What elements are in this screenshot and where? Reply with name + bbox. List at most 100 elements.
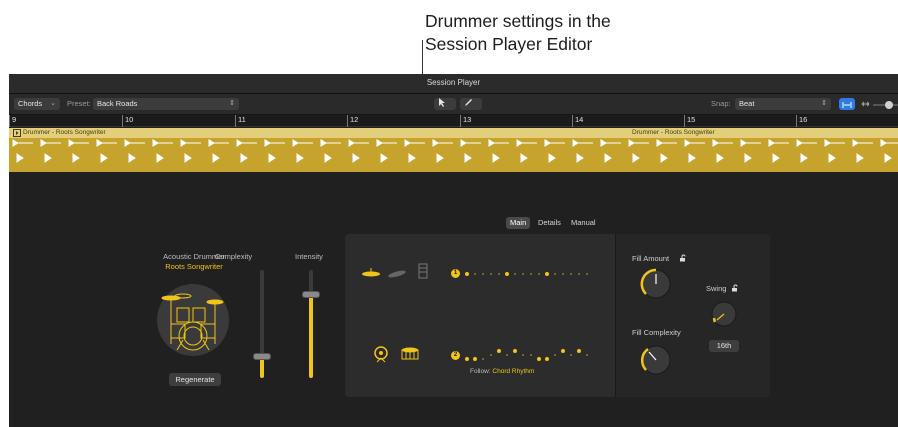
step-dot[interactable] bbox=[545, 272, 549, 276]
step-dot[interactable] bbox=[530, 354, 532, 356]
follow-setting[interactable]: Follow: Chord Rhythm bbox=[470, 368, 534, 375]
step-dot[interactable] bbox=[530, 273, 532, 275]
step-dot[interactable] bbox=[537, 357, 541, 361]
step-dot[interactable] bbox=[505, 272, 509, 276]
step-dot[interactable] bbox=[465, 272, 469, 276]
ruler-bar-label: 16 bbox=[796, 115, 807, 127]
step-dot[interactable] bbox=[522, 354, 524, 356]
region-hit-mark bbox=[68, 139, 89, 147]
step-dot[interactable] bbox=[490, 273, 492, 275]
pencil-icon bbox=[465, 99, 472, 106]
fill-amount-label: Fill Amount bbox=[632, 254, 670, 263]
callout-line-1: Drummer settings in the bbox=[425, 11, 611, 31]
region-loop-icon bbox=[13, 129, 21, 137]
step-dot[interactable] bbox=[570, 273, 572, 275]
row-1-step-pattern[interactable] bbox=[463, 269, 603, 279]
region-hit-mark bbox=[688, 153, 696, 163]
intensity-slider[interactable] bbox=[302, 270, 320, 378]
region-hit-mark bbox=[880, 139, 898, 147]
region-hit-mark bbox=[268, 153, 276, 163]
kit-pattern-panel: 1 2 Follow: Chord Rhythm Fill Amount Swi… bbox=[345, 234, 770, 397]
region-hit-mark bbox=[604, 153, 612, 163]
toolbar: Chords ⌄ Preset: Back Roads ⇕ Snap: Beat… bbox=[9, 94, 898, 115]
region-hit-mark bbox=[856, 153, 864, 163]
complexity-slider[interactable] bbox=[253, 270, 271, 378]
region-hit-mark bbox=[404, 139, 425, 147]
step-dot[interactable] bbox=[586, 354, 588, 356]
cymbal-icon[interactable] bbox=[361, 266, 381, 280]
step-dot[interactable] bbox=[465, 357, 469, 361]
drummer-portrait[interactable] bbox=[157, 284, 229, 356]
region-hit-mark bbox=[576, 153, 584, 163]
region-hit-mark bbox=[152, 139, 173, 147]
step-dot[interactable] bbox=[497, 349, 501, 353]
snap-dropdown[interactable]: Beat ⇕ bbox=[735, 98, 831, 110]
shaker-icon[interactable] bbox=[417, 262, 429, 280]
fill-complexity-knob[interactable] bbox=[638, 342, 674, 378]
chords-dropdown[interactable]: Chords ⌄ bbox=[14, 98, 60, 110]
region-hit-mark bbox=[520, 153, 528, 163]
step-dot[interactable] bbox=[514, 273, 516, 275]
regenerate-button[interactable]: Regenerate bbox=[169, 373, 221, 386]
tab-details[interactable]: Details bbox=[534, 217, 565, 229]
step-dot[interactable] bbox=[562, 273, 564, 275]
horizontal-zoom-icon bbox=[861, 101, 870, 107]
step-dot[interactable] bbox=[482, 358, 484, 360]
pointer-tool-dropdown[interactable] bbox=[434, 98, 456, 110]
intensity-slider-thumb[interactable] bbox=[302, 290, 320, 298]
lock-icon[interactable] bbox=[679, 254, 687, 262]
preset-dropdown[interactable]: Back Roads ⇕ bbox=[93, 98, 239, 110]
step-dot[interactable] bbox=[578, 273, 580, 275]
pencil-tool-dropdown[interactable] bbox=[460, 98, 482, 110]
ruler-bar-label: 12 bbox=[347, 115, 358, 127]
swing-knob[interactable] bbox=[708, 298, 740, 330]
region-hit-mark bbox=[180, 139, 201, 147]
ruler-bar-label: 11 bbox=[235, 115, 246, 127]
step-dot[interactable] bbox=[482, 273, 484, 275]
intensity-slider-fill bbox=[309, 293, 313, 378]
region-hit-mark bbox=[240, 153, 248, 163]
region-hit-mark bbox=[408, 153, 416, 163]
step-dot[interactable] bbox=[513, 349, 517, 353]
region-hit-mark bbox=[380, 153, 388, 163]
step-dot[interactable] bbox=[498, 273, 500, 275]
up-down-chevron-icon: ⇕ bbox=[821, 100, 827, 107]
region-hit-mark bbox=[740, 139, 761, 147]
step-dot[interactable] bbox=[490, 354, 492, 356]
step-dot[interactable] bbox=[473, 357, 477, 361]
lock-icon[interactable] bbox=[731, 284, 739, 292]
step-dot[interactable] bbox=[506, 354, 508, 356]
region-hit-mark bbox=[712, 139, 733, 147]
hi-hat-icon[interactable] bbox=[387, 268, 407, 280]
step-dot[interactable] bbox=[554, 354, 556, 356]
tab-manual[interactable]: Manual bbox=[567, 217, 600, 229]
step-dot[interactable] bbox=[554, 273, 556, 275]
complexity-slider-thumb[interactable] bbox=[253, 353, 271, 361]
zoom-slider-thumb[interactable] bbox=[885, 101, 893, 109]
step-dot[interactable] bbox=[577, 349, 581, 353]
tab-main[interactable]: Main bbox=[506, 217, 531, 229]
step-dot[interactable] bbox=[474, 273, 476, 275]
drummer-region-track[interactable]: Drummer - Roots Songwriter Drummer - Roo… bbox=[9, 128, 898, 172]
step-dot[interactable] bbox=[570, 354, 572, 356]
follow-value[interactable]: Chord Rhythm bbox=[492, 368, 534, 375]
fill-amount-knob[interactable] bbox=[638, 266, 674, 302]
ruler-bar-label: 10 bbox=[122, 115, 133, 127]
tambourine-icon[interactable] bbox=[373, 346, 389, 364]
region-hit-mark bbox=[544, 139, 565, 147]
step-dot[interactable] bbox=[545, 357, 549, 361]
drummer-name[interactable]: Roots Songwriter bbox=[157, 262, 231, 271]
step-dot[interactable] bbox=[561, 349, 565, 353]
step-dot[interactable] bbox=[522, 273, 524, 275]
region-hit-mark bbox=[296, 153, 304, 163]
region-hit-mark bbox=[44, 153, 52, 163]
swing-resolution-button[interactable]: 16th bbox=[709, 340, 739, 352]
step-dot[interactable] bbox=[586, 273, 588, 275]
fit-button[interactable] bbox=[839, 98, 855, 110]
region-hit-mark bbox=[492, 153, 500, 163]
snare-drum-icon[interactable] bbox=[401, 346, 419, 362]
step-dot[interactable] bbox=[538, 273, 540, 275]
zoom-slider[interactable] bbox=[873, 101, 898, 109]
bar-ruler[interactable]: 9 10 11 12 13 14 15 16 bbox=[9, 115, 898, 127]
row-2-step-pattern[interactable] bbox=[463, 347, 603, 363]
